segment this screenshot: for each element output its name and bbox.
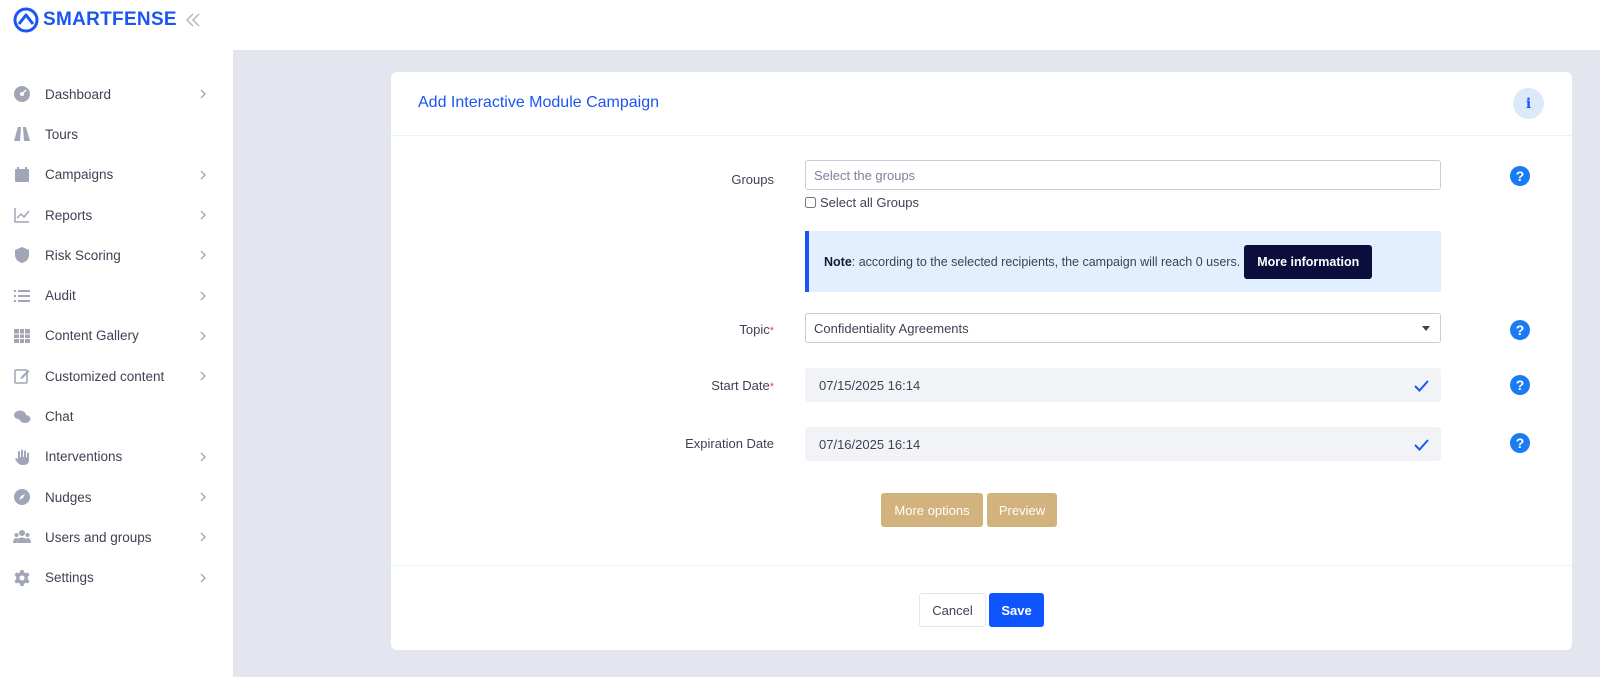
required-mark: * — [769, 325, 774, 337]
edit-icon — [12, 366, 32, 386]
chevron-right-icon — [200, 89, 206, 99]
sidebar-item-dashboard[interactable]: Dashboard — [0, 74, 233, 114]
gear-icon — [12, 568, 32, 588]
expiration-date-label: Expiration Date — [574, 436, 774, 451]
groups-select-input[interactable]: Select the groups — [805, 160, 1441, 190]
users-icon — [12, 527, 32, 547]
grid-table-icon — [12, 326, 32, 346]
select-all-groups-checkbox[interactable] — [805, 197, 816, 208]
more-options-button[interactable]: More options — [881, 493, 983, 527]
card-footer: Cancel Save — [391, 565, 1572, 650]
groups-help-icon[interactable]: ? — [1510, 166, 1530, 186]
sidebar-item-label: Nudges — [45, 489, 92, 505]
campaign-form-card: Add Interactive Module Campaign i Groups… — [391, 72, 1572, 650]
chat-icon — [12, 407, 32, 427]
note-bold-label: Note — [824, 254, 852, 269]
cancel-button[interactable]: Cancel — [919, 593, 986, 627]
start-date-value: 07/15/2025 16:14 — [819, 377, 921, 393]
sidebar-item-label: Reports — [45, 207, 93, 223]
topic-label-text: Topic — [739, 322, 770, 337]
groups-label-text: Groups — [731, 172, 774, 187]
preview-button[interactable]: Preview — [987, 493, 1057, 527]
chevron-right-icon — [200, 170, 206, 180]
sidebar: SMARTFENSE Dashboard Tours Campaigns Rep… — [0, 0, 233, 677]
expiration-date-label-text: Expiration Date — [685, 436, 774, 451]
groups-label: Groups — [574, 172, 774, 187]
chevron-right-icon — [200, 331, 206, 341]
smartfense-logo-icon — [13, 7, 39, 33]
chevron-right-icon — [200, 452, 206, 462]
topic-value: Confidentiality Agreements — [814, 320, 969, 336]
sidebar-item-label: Interventions — [45, 449, 123, 465]
required-mark: * — [769, 381, 774, 393]
info-button[interactable]: i — [1513, 88, 1544, 119]
start-date-label: Start Date* — [574, 378, 774, 393]
page-title: Add Interactive Module Campaign — [418, 94, 660, 111]
hand-icon — [12, 447, 32, 467]
caret-down-icon — [1422, 326, 1430, 331]
topic-help-icon[interactable]: ? — [1510, 320, 1530, 340]
check-icon — [1414, 439, 1429, 451]
sidebar-item-chat[interactable]: Chat — [0, 396, 233, 436]
chevron-right-icon — [200, 250, 206, 260]
sidebar-item-label: Tours — [45, 126, 79, 142]
calendar-icon — [12, 165, 32, 185]
expiration-date-input[interactable]: 07/16/2025 16:14 — [805, 427, 1441, 461]
sidebar-item-label: Audit — [45, 288, 76, 304]
sidebar-item-audit[interactable]: Audit — [0, 275, 233, 315]
expiration-date-value: 07/16/2025 16:14 — [819, 436, 921, 452]
chevron-right-icon — [200, 210, 206, 220]
sidebar-item-customized-content[interactable]: Customized content — [0, 356, 233, 396]
sidebar-item-label: Campaigns — [45, 167, 114, 183]
road-icon — [12, 124, 32, 144]
sidebar-item-label: Risk Scoring — [45, 247, 121, 263]
sidebar-item-tours[interactable]: Tours — [0, 114, 233, 154]
check-icon — [1414, 380, 1429, 392]
recipients-note: Note : according to the selected recipie… — [805, 231, 1441, 292]
top-header — [233, 0, 1600, 50]
chevron-right-icon — [200, 371, 206, 381]
sidebar-item-campaigns[interactable]: Campaigns — [0, 155, 233, 195]
collapse-sidebar-icon[interactable] — [184, 11, 202, 29]
sidebar-item-label: Chat — [45, 409, 74, 425]
chevron-right-icon — [200, 573, 206, 583]
sidebar-item-interventions[interactable]: Interventions — [0, 437, 233, 477]
chevron-right-icon — [200, 291, 206, 301]
sidebar-item-risk-scoring[interactable]: Risk Scoring — [0, 235, 233, 275]
logo-text: SMARTFENSE — [43, 9, 177, 30]
dashboard-gauge-icon — [12, 84, 32, 104]
start-date-help-icon[interactable]: ? — [1510, 375, 1530, 395]
select-all-groups[interactable]: Select all Groups — [805, 195, 919, 210]
chevron-right-icon — [200, 532, 206, 542]
start-date-label-text: Start Date — [711, 378, 770, 393]
logo[interactable]: SMARTFENSE — [13, 7, 177, 33]
save-button[interactable]: Save — [989, 593, 1044, 627]
select-all-groups-label: Select all Groups — [820, 195, 919, 210]
sidebar-item-label: Customized content — [45, 368, 165, 384]
compass-icon — [12, 487, 32, 507]
topic-label: Topic* — [574, 322, 774, 337]
sidebar-item-label: Content Gallery — [45, 328, 139, 344]
note-text: : according to the selected recipients, … — [851, 254, 1241, 269]
sidebar-item-settings[interactable]: Settings — [0, 558, 233, 598]
card-header: Add Interactive Module Campaign i — [391, 72, 1572, 136]
line-chart-icon — [12, 205, 32, 225]
topic-select[interactable]: Confidentiality Agreements — [805, 313, 1441, 343]
sidebar-item-label: Settings — [45, 570, 94, 586]
chevron-right-icon — [200, 492, 206, 502]
sidebar-nav: Dashboard Tours Campaigns Reports Risk S… — [0, 74, 233, 598]
sidebar-item-label: Dashboard — [45, 86, 112, 102]
shield-icon — [12, 245, 32, 265]
sidebar-item-nudges[interactable]: Nudges — [0, 477, 233, 517]
groups-placeholder: Select the groups — [814, 167, 916, 183]
sidebar-item-reports[interactable]: Reports — [0, 195, 233, 235]
start-date-input[interactable]: 07/15/2025 16:14 — [805, 368, 1441, 402]
sidebar-item-content-gallery[interactable]: Content Gallery — [0, 316, 233, 356]
more-information-button[interactable]: More information — [1244, 244, 1373, 279]
sidebar-item-users-and-groups[interactable]: Users and groups — [0, 517, 233, 557]
list-icon — [12, 286, 32, 306]
sidebar-item-label: Users and groups — [45, 529, 152, 545]
expiration-date-help-icon[interactable]: ? — [1510, 433, 1530, 453]
